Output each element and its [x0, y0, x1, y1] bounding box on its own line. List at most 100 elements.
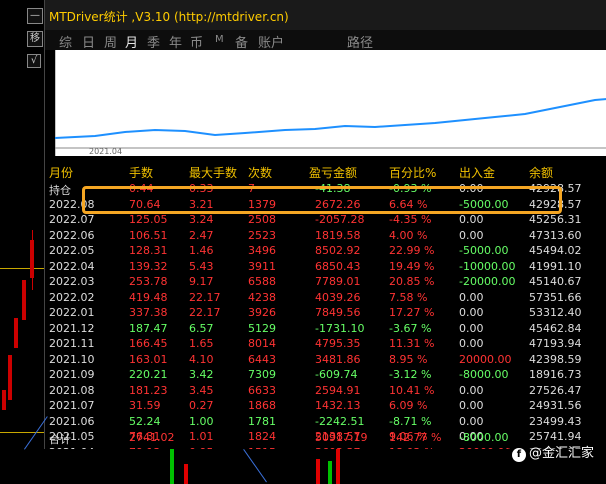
- cell-month: 2021.09: [49, 368, 95, 381]
- cell-count: 3496: [248, 244, 276, 257]
- cell-io: 0.00: [459, 213, 484, 226]
- cell-count: 8014: [248, 337, 276, 350]
- minimize-button[interactable]: —: [27, 8, 43, 24]
- cell-count: 2523: [248, 228, 276, 242]
- cell-lots: 419.48: [129, 290, 168, 304]
- cell-max-lots: 22.17: [189, 306, 221, 319]
- tab-account[interactable]: 账户: [258, 32, 284, 51]
- trend-line: [243, 449, 267, 483]
- cell-max-lots: 3.42: [189, 368, 214, 381]
- total-pl: 50917.19: [315, 431, 368, 444]
- cell-balance: 47193.94: [529, 337, 582, 350]
- cell-pl: 4039.26: [315, 290, 361, 304]
- tab-m[interactable]: M: [215, 34, 224, 45]
- window-title: MTDriver统计 ,V3.10 (http://mtdriver.cn): [49, 10, 289, 24]
- pin-button[interactable]: 移: [27, 31, 43, 47]
- cell-lots: 106.51: [129, 228, 168, 242]
- period-tabs: 综 日 周 月 季 年 币 M 备 账户 路径: [45, 30, 606, 51]
- cell-pl: 7849.56: [315, 306, 361, 319]
- cell-count: 3926: [248, 306, 276, 319]
- candle: [30, 240, 34, 278]
- cell-pl: 1432.13: [315, 399, 361, 412]
- cell-max-lots: 4.10: [189, 352, 214, 366]
- tab-year[interactable]: 年: [169, 32, 182, 51]
- table-row: 2021.07 31.59 0.27 1868 1432.13 6.09 % 0.00 249…: [45, 398, 606, 414]
- watermark-text: @金汇汇家: [528, 446, 594, 461]
- tab-day[interactable]: 日: [82, 32, 95, 51]
- cell-count: 6588: [248, 275, 276, 288]
- cell-pct: 10.41 %: [389, 383, 435, 397]
- cell-pl: -2242.51: [315, 414, 365, 428]
- balance-curve-line: [54, 98, 606, 139]
- header-pl: 盈亏金额: [309, 166, 358, 180]
- cell-lots: 337.38: [129, 306, 168, 319]
- cell-balance: 45140.67: [529, 275, 582, 288]
- watermark: f @金汇汇家: [507, 440, 598, 464]
- table-row: 2021.09 220.21 3.42 7309 -609.74 -3.12 % -8000…: [45, 367, 606, 383]
- chart-start-date: 2021.04: [89, 147, 123, 156]
- cell-io: -10000.00: [459, 259, 516, 273]
- cell-max-lots: 3.24: [189, 213, 214, 226]
- cell-count: 2508: [248, 213, 276, 226]
- cell-max-lots: 2.47: [189, 228, 214, 242]
- cell-count: 6633: [248, 383, 276, 397]
- cell-pl: 4795.35: [315, 337, 361, 350]
- cell-pct: 8.95 %: [389, 352, 428, 366]
- cell-month: 2022.05: [49, 244, 95, 257]
- cell-pct: -3.12 %: [389, 368, 432, 381]
- candle: [8, 355, 12, 400]
- cell-io: 0.00: [459, 399, 484, 412]
- cell-pct: 4.00 %: [389, 228, 428, 242]
- tab-overview[interactable]: 综: [59, 32, 72, 51]
- tab-currency[interactable]: 币: [190, 32, 203, 51]
- cell-io: 0.00: [459, 383, 484, 397]
- cell-month: 2021.07: [49, 399, 95, 412]
- cell-balance: 23499.43: [529, 414, 582, 428]
- cell-io: -8000.00: [459, 368, 509, 381]
- candle: [22, 280, 26, 320]
- cell-count: 1868: [248, 399, 276, 412]
- cell-pct: -4.35 %: [389, 213, 432, 226]
- cell-pct: -8.71 %: [389, 414, 432, 428]
- cell-pl: 6850.43: [315, 259, 361, 273]
- cell-month: 2022.03: [49, 275, 95, 288]
- tab-month[interactable]: 月: [125, 32, 138, 51]
- price-level-line: [0, 268, 44, 269]
- cell-io: 0.00: [459, 306, 484, 319]
- cell-pct: 17.27 %: [389, 306, 435, 319]
- cell-lots: 181.23: [129, 383, 168, 397]
- table-row: 2021.12 187.47 6.57 5129 -1731.10 -3.67 % 0.00…: [45, 321, 606, 337]
- cell-lots: 139.32: [129, 259, 168, 273]
- candle: [14, 318, 18, 348]
- cell-balance: 45256.31: [529, 213, 582, 226]
- cell-pct: 19.49 %: [389, 259, 435, 273]
- tab-notes[interactable]: 备: [235, 32, 248, 51]
- table-row: 2021.11 166.45 1.65 8014 4795.35 11.31 % 0.00 4…: [45, 336, 606, 352]
- volume-bar: [316, 459, 320, 484]
- cell-pl: 7789.01: [315, 275, 361, 288]
- tab-path[interactable]: 路径: [347, 32, 373, 51]
- header-balance: 余额: [529, 166, 554, 180]
- cell-io: 0.00: [459, 337, 484, 350]
- cell-io: 0.00: [459, 414, 484, 428]
- check-icon[interactable]: √: [27, 54, 41, 68]
- cell-pl: 3481.86: [315, 352, 361, 366]
- cell-max-lots: 9.17: [189, 275, 214, 288]
- cell-io: 0.00: [459, 321, 484, 335]
- balance-curve-chart: 2021.04: [54, 50, 606, 156]
- header-pct: 百分比%: [389, 166, 437, 180]
- tab-week[interactable]: 周: [104, 32, 117, 51]
- total-lots: 2741.02: [129, 431, 175, 444]
- cell-io: 0.00: [459, 228, 484, 242]
- left-chart-strip: — 移 √: [0, 0, 44, 484]
- cell-lots: 253.78: [129, 275, 168, 288]
- table-row: 2021.10 163.01 4.10 6443 3481.86 8.95 % 20000.…: [45, 352, 606, 368]
- cell-lots: 163.01: [129, 352, 168, 366]
- cell-balance: 45462.84: [529, 321, 582, 335]
- table-row: 2022.05 128.31 1.46 3496 8502.92 22.99 % -5000…: [45, 243, 606, 259]
- cell-lots: 220.21: [129, 368, 168, 381]
- cell-month: 2021.06: [49, 414, 95, 428]
- cell-balance: 24931.56: [529, 399, 582, 412]
- tab-quarter[interactable]: 季: [147, 32, 160, 51]
- cell-lots: 125.05: [129, 213, 168, 226]
